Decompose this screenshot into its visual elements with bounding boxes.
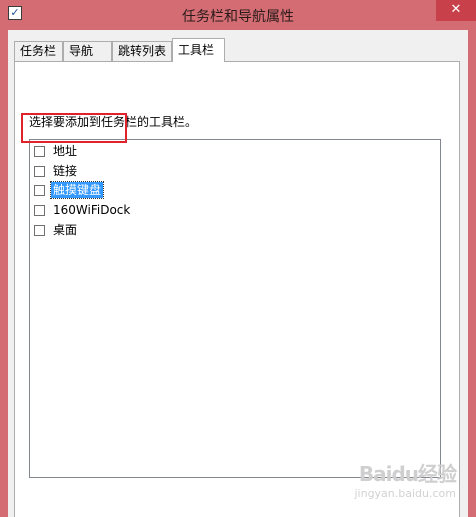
close-button[interactable]: ✕ [436, 0, 476, 21]
tab-taskbar[interactable]: 任务栏 [14, 41, 63, 61]
watermark: Baidu经验 jingyan.baidu.com [352, 458, 457, 510]
list-item-address[interactable]: 地址 [34, 142, 79, 160]
checkbox[interactable] [34, 205, 45, 216]
list-item-desktop[interactable]: 桌面 [34, 221, 79, 239]
list-item-links[interactable]: 链接 [34, 162, 79, 180]
watermark-url: jingyan.baidu.com [354, 487, 456, 500]
item-label: 地址 [53, 144, 78, 158]
checkbox[interactable] [34, 225, 45, 236]
list-item-touch-keyboard[interactable]: 触摸键盘 [34, 181, 105, 199]
item-label: 桌面 [53, 223, 78, 237]
title-bar: ✓ 任务栏和导航属性 ✕ [0, 0, 476, 30]
watermark-logo: Baidu经验 [358, 462, 457, 486]
tab-label: 工具栏 [178, 43, 215, 57]
tab-label: 跳转列表 [118, 44, 167, 58]
toolbar-listbox[interactable]: 地址 链接 触摸键盘 160WiFiDock 桌面 [29, 139, 441, 478]
highlight-annotation-box [21, 113, 127, 143]
window-title: 任务栏和导航属性 [182, 9, 294, 25]
dialog-client-area: 任务栏 导航 跳转列表 工具栏 选择要添加到任务栏的工具栏。 地址 链接 触摸键… [8, 30, 468, 517]
item-label: 链接 [53, 164, 78, 178]
tab-jump-lists[interactable]: 跳转列表 [112, 41, 172, 61]
checkbox[interactable] [34, 166, 45, 177]
tab-toolbars[interactable]: 工具栏 [172, 38, 225, 62]
list-item-160wifidock[interactable]: 160WiFiDock [34, 201, 132, 219]
tab-navigation[interactable]: 导航 [63, 41, 112, 61]
item-label: 160WiFiDock [53, 203, 131, 217]
checkbox[interactable] [34, 185, 45, 196]
item-label: 触摸键盘 [49, 181, 105, 199]
checkbox[interactable] [34, 146, 45, 157]
tab-label: 任务栏 [20, 44, 57, 58]
tab-label: 导航 [69, 44, 94, 58]
